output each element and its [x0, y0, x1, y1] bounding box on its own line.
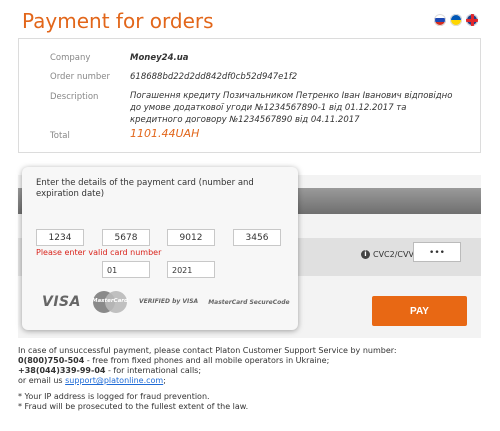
verified-by-visa-logo: VERIFIED by VISA: [138, 298, 199, 305]
card-number-error: Please enter valid card number: [36, 248, 162, 257]
card-number-part-4[interactable]: 3456: [233, 229, 281, 246]
ip-note: * Your IP address is logged for fraud pr…: [18, 392, 210, 401]
support-email-line: or email us support@platonline.com;: [18, 376, 397, 386]
fraud-note: * Fraud will be prosecuted to the fulles…: [18, 402, 249, 411]
email-suffix: ;: [163, 376, 166, 385]
card-number-part-2[interactable]: 5678: [102, 229, 150, 246]
company-value: Money24.ua: [130, 53, 189, 63]
cvc-input[interactable]: •••: [413, 242, 461, 262]
support-email-link[interactable]: support@platonline.com: [65, 376, 163, 385]
support-phone-intl: +38(044)339-99-04 - for international ca…: [18, 366, 397, 376]
flag-ua-icon[interactable]: [450, 14, 462, 26]
order-summary: Company Money24.ua Order number 618688bd…: [18, 38, 481, 153]
email-prefix: or email us: [18, 376, 66, 385]
mastercard-logo-text: MasterCard: [92, 298, 128, 304]
support-notes: In case of unsuccessful payment, please …: [18, 346, 397, 412]
language-switcher: [434, 14, 478, 26]
description-label: Description: [50, 92, 99, 102]
visa-logo: VISA: [42, 294, 81, 310]
page-title: Payment for orders: [22, 9, 214, 33]
phone-local-desc: - free from fixed phones and all mobile …: [84, 356, 330, 365]
card-hint: Enter the details of the payment card (n…: [36, 178, 298, 200]
description-value: Погашення кредиту Позичальником Петренко…: [130, 91, 453, 125]
phone-intl-desc: - for international calls;: [105, 366, 202, 375]
expiry-year-input[interactable]: 2021: [167, 261, 215, 278]
mastercard-securecode-logo: MasterCard SecureCode: [208, 298, 290, 306]
support-intro: In case of unsuccessful payment, please …: [18, 346, 397, 355]
flag-gb-icon[interactable]: [466, 14, 478, 26]
support-phone-local: 0(800)750-504 - free from fixed phones a…: [18, 356, 397, 366]
info-icon[interactable]: i: [361, 250, 370, 259]
card-number-part-3[interactable]: 9012: [167, 229, 215, 246]
phone-intl: +38(044)339-99-04: [18, 366, 106, 375]
expiry-month-input[interactable]: 01: [102, 261, 150, 278]
company-label: Company: [50, 53, 91, 63]
phone-local: 0(800)750-504: [18, 356, 85, 365]
card-front: Enter the details of the payment card (n…: [22, 167, 298, 330]
card-logos: VISA MasterCard VERIFIED by VISA MasterC…: [42, 291, 290, 313]
total-value: 1101.44UAH: [130, 127, 200, 140]
pay-button[interactable]: PAY: [372, 296, 467, 326]
flag-ru-icon[interactable]: [434, 14, 446, 26]
card-hint-text: Enter the details of the payment card (n…: [36, 178, 254, 199]
card-number-part-1[interactable]: 1234: [36, 229, 84, 246]
total-label: Total: [50, 131, 70, 141]
order-number-value: 618688bd22d2dd842df0cb52d947e1f2: [130, 72, 298, 82]
order-number-label: Order number: [50, 72, 111, 82]
mastercard-logo: MasterCard: [91, 291, 129, 313]
